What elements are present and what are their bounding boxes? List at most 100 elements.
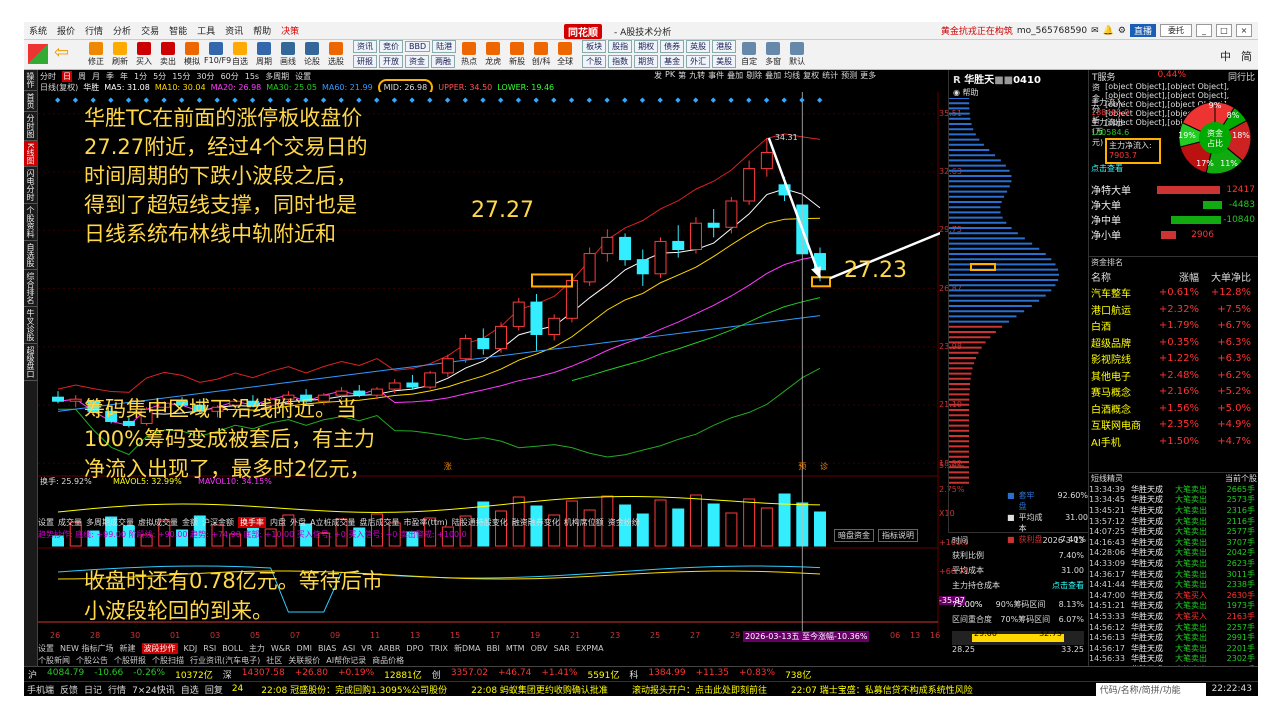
period-1[interactable]: 日	[62, 70, 72, 82]
tb-market-b0[interactable]: 个股	[582, 55, 607, 68]
toolbar-btn-7[interactable]: 周期	[252, 41, 276, 69]
tick-row-15[interactable]: 14:56:17 华胜天成 大笔卖出 2201手	[1089, 643, 1258, 654]
entrust-dropdown[interactable]: 委托	[1160, 24, 1192, 37]
period-8[interactable]: 15分	[172, 71, 190, 82]
ind-tab-15[interactable]: TRIX	[430, 644, 448, 653]
candle-body[interactable]	[512, 301, 525, 327]
candle-body[interactable]	[406, 382, 419, 388]
candle-body[interactable]	[725, 200, 738, 228]
stat-main-link[interactable]: 点击查看	[1052, 580, 1084, 591]
settings-icon[interactable]: ⚙	[1118, 26, 1126, 36]
candle-body[interactable]	[441, 358, 454, 374]
sub-tab-7[interactable]: AI帮你记录	[326, 655, 366, 666]
rank-link[interactable]: [object Object],[object Object],[object …	[1105, 82, 1255, 127]
tb-info-b2[interactable]: 资金	[405, 55, 429, 68]
toolbar-btn-5[interactable]: F10/F9	[204, 41, 231, 69]
live-button[interactable]: 直播	[1129, 24, 1156, 37]
period-3[interactable]: 月	[92, 71, 100, 82]
ind-tab-6[interactable]: BOLL	[222, 644, 243, 653]
menu-tools[interactable]: 工具	[192, 24, 220, 37]
rank-row-4[interactable]: 影视院线 +1.22% +6.3%	[1089, 351, 1258, 368]
sub-tab-8[interactable]: 商品价格	[372, 655, 404, 666]
lang-toggle-1[interactable]: 简	[1241, 48, 1252, 64]
ind-tab-4[interactable]: KDJ	[184, 644, 198, 653]
ind-tab-1[interactable]: NEW 指标广场	[60, 643, 114, 654]
menu-news[interactable]: 资讯	[220, 24, 248, 37]
toolbar-btn5-1[interactable]: 多窗	[761, 41, 785, 69]
rank-row-6[interactable]: 赛马概念 +2.16% +5.2%	[1089, 384, 1258, 401]
vol-ind-tab-1[interactable]: 成交量	[58, 517, 82, 528]
tb-info-a1[interactable]: 竞价	[379, 40, 403, 53]
rank-row-9[interactable]: AI手机 +1.50% +4.7%	[1089, 433, 1258, 450]
candle-body[interactable]	[583, 253, 596, 283]
period-0[interactable]: 分时	[40, 71, 56, 82]
candle-body[interactable]	[388, 382, 401, 390]
leftnav-item-8[interactable]: 牛叉诊股	[24, 307, 37, 345]
index-2[interactable]: 创 3357.02 +46.74 +1.41% 5591亿	[432, 668, 620, 681]
status-news-3[interactable]: 22:07 瑞士宝盛：私募信贷不构成系统性风险	[791, 683, 973, 696]
ind-tab-7[interactable]: 主力	[249, 643, 265, 654]
leftnav-item-0[interactable]: 操作	[24, 70, 37, 91]
rank-head-pct[interactable]: 涨幅	[1147, 269, 1199, 284]
maximize-button[interactable]: □	[1216, 24, 1232, 37]
tick-row-1[interactable]: 13:34:45 华胜天成 大笔卖出 2573手	[1089, 495, 1258, 506]
chart-ctrl-0[interactable]: 发	[654, 70, 662, 81]
status-item-2[interactable]: 日记	[84, 683, 102, 696]
candle-body[interactable]	[743, 168, 756, 202]
vol-ind-tab-0[interactable]: 设置	[38, 517, 54, 528]
period-7[interactable]: 5分	[153, 71, 166, 82]
toolbar-btn-10[interactable]: 选股	[324, 41, 348, 69]
tb-market-a4[interactable]: 英股	[686, 40, 711, 53]
back-arrow-icon[interactable]: ⇦	[54, 44, 76, 64]
tb-market-b3[interactable]: 基金	[660, 55, 685, 68]
menu-market[interactable]: 行情	[80, 24, 108, 37]
rank-head-ratio[interactable]: 大单净比	[1199, 269, 1251, 284]
tick-row-12[interactable]: 14:53:33 华胜天成 大笔买入 2163手	[1089, 611, 1258, 622]
ind-tab-20[interactable]: SAR	[554, 644, 570, 653]
ind-tab-10[interactable]: BIAS	[318, 644, 336, 653]
ind-tab-12[interactable]: VR	[361, 644, 372, 653]
flow-detail-link[interactable]: 点击查看	[1091, 164, 1161, 174]
toolbar-btn3-4[interactable]: 全球	[553, 41, 577, 69]
index-1[interactable]: 深 14307.58 +26.80 +0.19% 12881亿	[223, 668, 422, 681]
rank-row-3[interactable]: 超级品牌 +0.35% +6.3%	[1089, 334, 1258, 351]
sub-tab-6[interactable]: 关联报价	[288, 655, 320, 666]
candle-body[interactable]	[636, 259, 649, 275]
chart-ctrl-4[interactable]: 事件	[708, 70, 724, 81]
tb-market-a5[interactable]: 港股	[712, 40, 737, 53]
ind-tab-17[interactable]: BBI	[487, 644, 500, 653]
period-2[interactable]: 周	[78, 71, 86, 82]
sub-tab-0[interactable]: 个股新闻	[38, 655, 70, 666]
candle-body[interactable]	[689, 222, 702, 251]
status-news-2[interactable]: 滚动报头开户：点击此处即刻前往	[632, 683, 767, 696]
vol-ind-tab-9[interactable]: A立桩成交量	[310, 517, 355, 528]
candle-body[interactable]	[69, 398, 82, 402]
sub-tab-3[interactable]: 个股扫描	[152, 655, 184, 666]
toolbar-btn-9[interactable]: 论股	[300, 41, 324, 69]
toolbar-btn3-0[interactable]: 热点	[457, 41, 481, 69]
mail-icon[interactable]: ✉	[1091, 26, 1099, 36]
ind-tab-0[interactable]: 设置	[38, 643, 54, 654]
ind-tab-5[interactable]: RSI	[203, 644, 216, 653]
chart-ctrl-7[interactable]: 叠加	[765, 70, 781, 81]
rank-row-8[interactable]: 互联网电商 +2.35% +4.9%	[1089, 417, 1258, 434]
tb-market-b1[interactable]: 指数	[608, 55, 633, 68]
period-9[interactable]: 30分	[196, 71, 214, 82]
candle-body[interactable]	[760, 151, 773, 170]
candle-body[interactable]	[530, 301, 543, 335]
chart-ctrl-9[interactable]: 复权	[803, 70, 819, 81]
ind-tab-8[interactable]: W&R	[271, 644, 291, 653]
chart-ctrl-6[interactable]: 剔除	[746, 70, 762, 81]
rank-row-0[interactable]: 汽车整车 +0.61% +12.8%	[1089, 285, 1258, 302]
tick-row-4[interactable]: 14:07:25 华胜天成 大笔卖出 2577手	[1089, 526, 1258, 537]
user-id[interactable]: mo_565768590	[1017, 26, 1087, 36]
status-item-6[interactable]: 回复	[205, 683, 223, 696]
vol-ind-tab-7[interactable]: 内盘	[270, 517, 286, 528]
toolbar-btn-8[interactable]: 画线	[276, 41, 300, 69]
tick-filter[interactable]: 当前个股	[1225, 473, 1257, 484]
period-6[interactable]: 1分	[134, 71, 147, 82]
headline-news[interactable]: 黄金抗戎正在构筑	[941, 24, 1013, 37]
tick-row-8[interactable]: 14:36:17 华胜天成 大笔卖出 3011手	[1089, 569, 1258, 580]
menu-decision[interactable]: 决策	[276, 24, 304, 37]
period-4[interactable]: 季	[106, 71, 114, 82]
